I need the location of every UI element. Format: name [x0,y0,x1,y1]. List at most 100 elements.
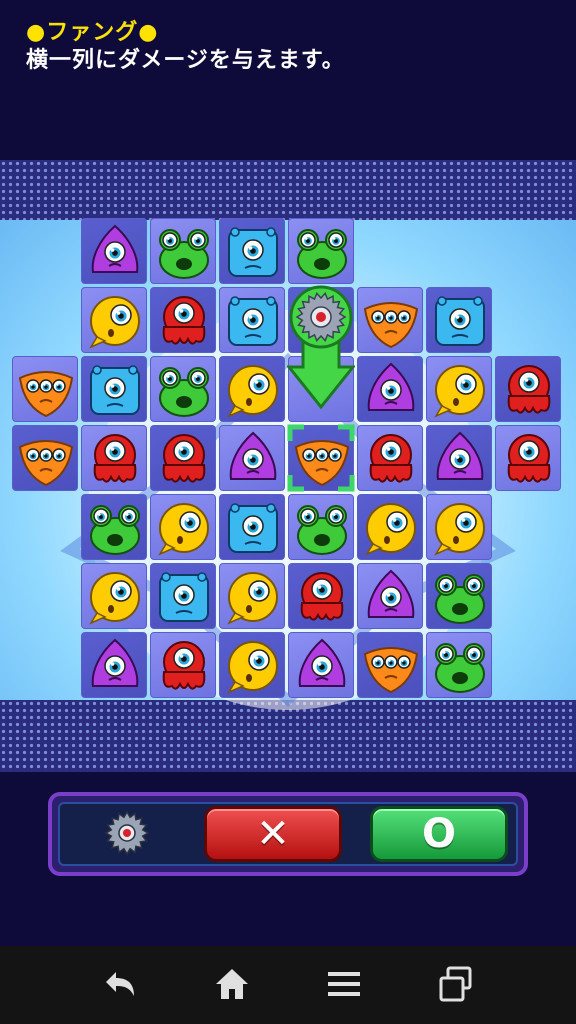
board-cell[interactable] [219,287,285,353]
green-frog-monster-icon [159,367,209,417]
yellow-round-monster-icon [227,572,278,625]
yellow-round-monster-icon [227,641,278,694]
selection-cursor [287,424,355,492]
board-cell[interactable] [81,287,147,353]
back-icon [106,972,134,996]
dotted-border-top [0,160,576,220]
orange-three-eyed-monster-icon [18,440,74,487]
home-icon [216,969,248,999]
yellow-round-monster-icon [365,503,416,556]
yellow-round-monster-icon [227,365,278,418]
board-cell[interactable] [357,563,423,629]
purple-blob-monster-icon [91,638,139,687]
board-cell[interactable] [12,356,78,422]
board-cell[interactable] [357,632,423,698]
board-cell[interactable] [219,632,285,698]
board-cell[interactable] [495,356,561,422]
purple-blob-monster-icon [91,224,139,273]
cancel-button[interactable]: ✕ [204,806,342,862]
board-cell[interactable] [219,218,285,284]
board-cell[interactable] [81,425,147,491]
red-octopus-monster-icon [507,365,551,414]
red-octopus-monster-icon [369,434,413,483]
board-cell[interactable] [426,563,492,629]
purple-blob-monster-icon [229,431,277,480]
green-frog-monster-icon [90,505,140,555]
board-cell[interactable] [150,356,216,422]
red-octopus-monster-icon [93,434,137,483]
blue-cube-monster-icon [435,296,485,346]
cancel-x-icon: ✕ [256,811,290,857]
confirm-button[interactable]: O [370,806,508,862]
board-cell[interactable] [150,494,216,560]
board-cell[interactable] [81,218,147,284]
board-cell[interactable] [288,632,354,698]
orange-three-eyed-monster-icon [363,647,419,694]
nav-menu-button[interactable] [322,962,366,1006]
board-cell[interactable] [12,425,78,491]
blue-cube-monster-icon [159,572,209,622]
green-frog-monster-icon [159,229,209,279]
board-cell[interactable] [426,494,492,560]
recent-apps-icon [439,966,472,1002]
purple-blob-monster-icon [367,569,415,618]
green-frog-monster-icon [435,574,485,624]
puzzle-field [0,160,576,772]
board-cell[interactable] [357,425,423,491]
yellow-round-monster-icon [89,296,140,349]
blue-cube-monster-icon [228,503,278,553]
nav-home-button[interactable] [210,962,254,1006]
yellow-round-monster-icon [434,503,485,556]
orange-three-eyed-monster-icon [363,302,419,349]
board-cell[interactable] [426,425,492,491]
red-octopus-monster-icon [162,296,206,345]
purple-blob-monster-icon [298,638,346,687]
blue-cube-monster-icon [228,296,278,346]
green-frog-monster-icon [297,505,347,555]
board-cell[interactable] [426,287,492,353]
board-cell[interactable] [150,287,216,353]
nav-back-button[interactable] [98,962,142,1006]
board-cell[interactable] [426,356,492,422]
yellow-round-monster-icon [158,503,209,556]
board-cell[interactable] [150,563,216,629]
nav-recent-apps-button[interactable] [434,962,478,1006]
board-cell[interactable] [495,425,561,491]
purple-blob-monster-icon [436,431,484,480]
purple-blob-monster-icon [367,362,415,411]
board-cell[interactable] [81,356,147,422]
red-octopus-monster-icon [300,572,344,621]
board-cell[interactable] [357,356,423,422]
board-cell[interactable] [150,218,216,284]
board-cell[interactable] [357,494,423,560]
board-cell[interactable] [288,218,354,284]
red-octopus-monster-icon [162,641,206,690]
green-frog-monster-icon [297,229,347,279]
blue-cube-monster-icon [228,227,278,277]
board-cell[interactable] [288,494,354,560]
skill-description: 横一列にダメージを与えます。 [26,48,345,73]
board-cell[interactable] [219,563,285,629]
board-cell[interactable] [426,632,492,698]
yellow-round-monster-icon [89,572,140,625]
red-octopus-monster-icon [162,434,206,483]
menu-icon [328,972,360,996]
board-cell[interactable] [81,632,147,698]
green-frog-monster-icon [435,643,485,693]
sawblade-gear-icon [104,810,150,856]
board-cell[interactable] [219,425,285,491]
confirm-circle-icon: O [421,811,456,857]
blue-cube-monster-icon [90,365,140,415]
orange-three-eyed-monster-icon [18,371,74,418]
board-cell[interactable] [150,632,216,698]
skill-header: ●ファング● 横一列にダメージを与えます。 [0,0,576,160]
board-cell[interactable] [288,563,354,629]
system-navigation-bar [0,946,576,1024]
board-cell[interactable] [219,494,285,560]
board-cell[interactable] [219,356,285,422]
red-octopus-monster-icon [507,434,551,483]
board-cell[interactable] [81,494,147,560]
board-cell[interactable] [357,287,423,353]
board-cell[interactable] [150,425,216,491]
board-cell[interactable] [81,563,147,629]
